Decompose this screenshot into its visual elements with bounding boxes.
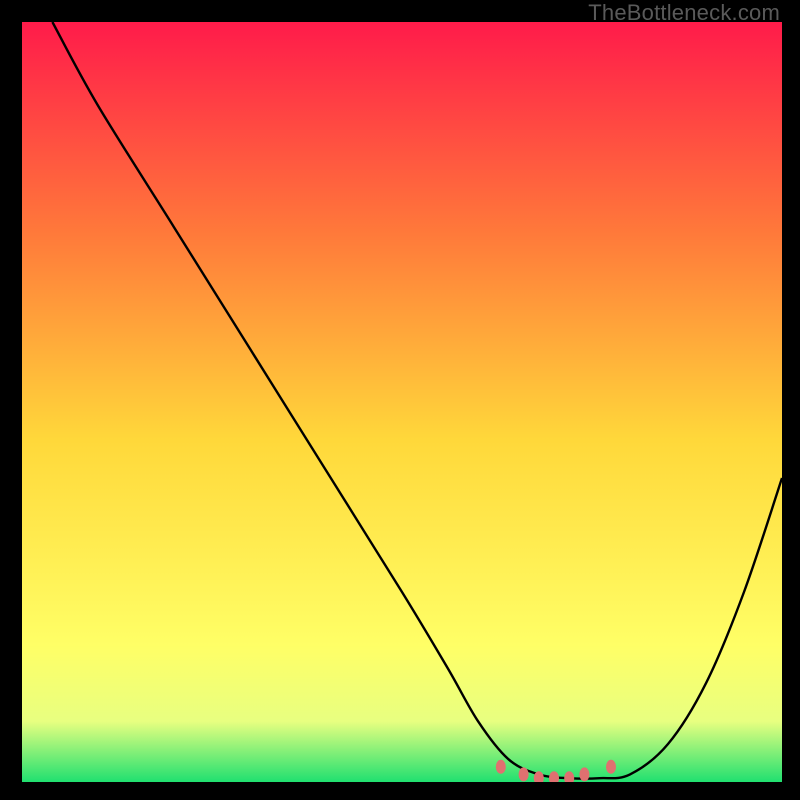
optimal-marker bbox=[519, 767, 529, 781]
chart-svg bbox=[22, 22, 782, 782]
chart-frame: TheBottleneck.com bbox=[0, 0, 800, 800]
optimal-marker bbox=[606, 760, 616, 774]
chart-background bbox=[22, 22, 782, 782]
optimal-marker bbox=[496, 760, 506, 774]
watermark-text: TheBottleneck.com bbox=[588, 0, 780, 26]
optimal-marker bbox=[579, 767, 589, 781]
